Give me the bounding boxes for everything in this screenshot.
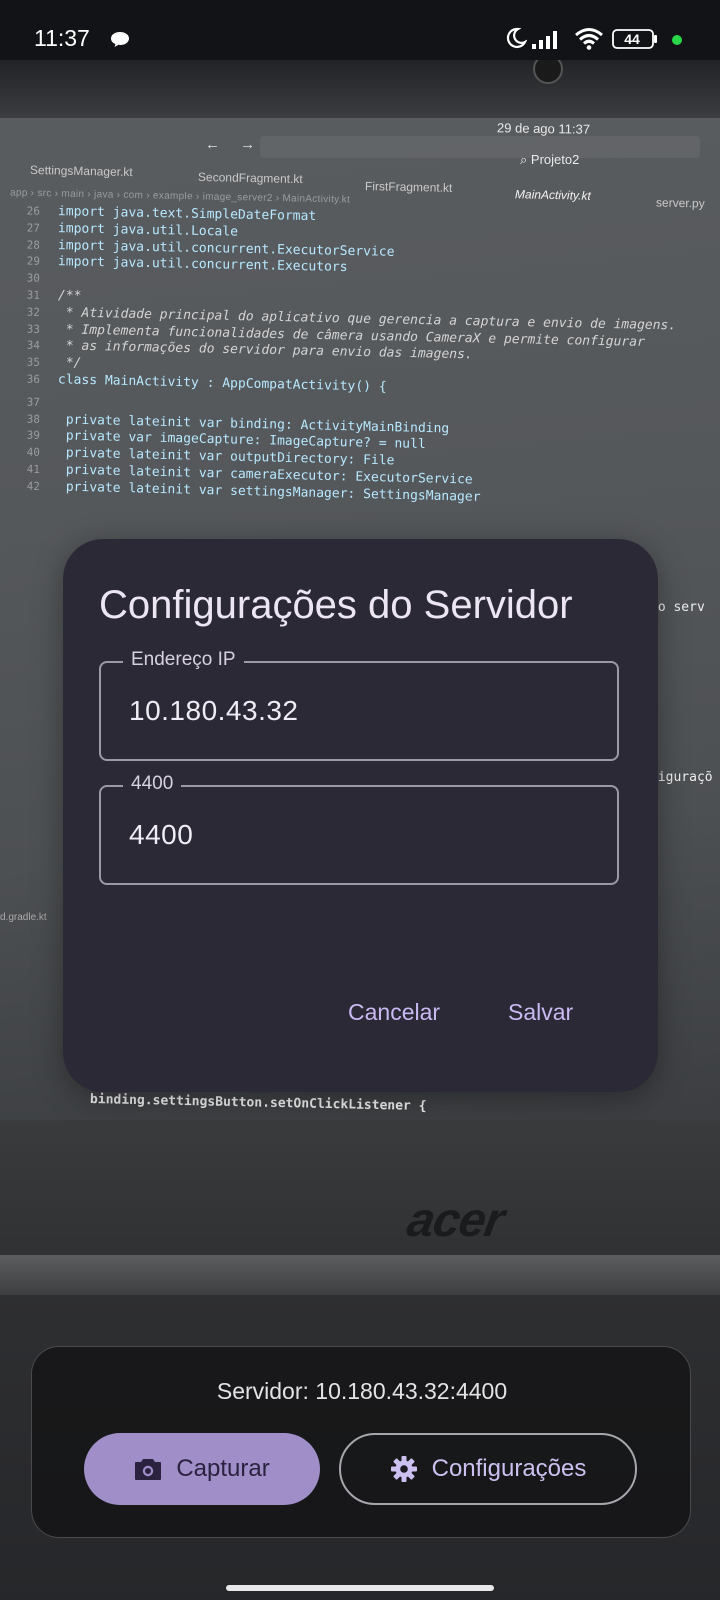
code-fragment: do serv bbox=[650, 600, 705, 615]
ip-address-label: Endereço IP bbox=[123, 649, 244, 671]
ip-address-value[interactable]: 10.180.43.32 bbox=[129, 695, 299, 727]
ide-side-file: d.gradle.kt bbox=[0, 912, 47, 923]
settings-button[interactable]: Configurações bbox=[339, 1433, 637, 1505]
capture-label: Capturar bbox=[176, 1455, 270, 1482]
ide-clock: 29 de ago 11:37 bbox=[496, 120, 591, 137]
gear-icon bbox=[390, 1456, 417, 1482]
cancel-button[interactable]: Cancelar bbox=[348, 999, 440, 1026]
code-line: 31/** bbox=[26, 288, 82, 304]
port-field[interactable]: 4400 4400 bbox=[99, 773, 619, 885]
settings-label: Configurações bbox=[431, 1455, 587, 1482]
ide-nav-arrows: ← → bbox=[205, 136, 264, 153]
server-address-text: Servidor: 10.180.43.32:4400 bbox=[216, 1378, 508, 1404]
ide-search-bar bbox=[260, 136, 700, 158]
status-bar: 11:37 44 bbox=[0, 0, 720, 60]
chat-bubble-icon bbox=[111, 32, 129, 47]
wifi-icon bbox=[575, 28, 603, 50]
ide-tab: server.py bbox=[655, 195, 705, 211]
save-button[interactable]: Salvar bbox=[508, 999, 573, 1026]
ide-tab: FirstFragment.kt bbox=[364, 179, 453, 195]
control-panel: Servidor: 10.180.43.32:4400 Capturar Con… bbox=[31, 1346, 691, 1538]
code-line: 30 bbox=[26, 271, 41, 286]
laptop-bezel bbox=[0, 60, 720, 118]
status-time: 11:37 bbox=[34, 25, 90, 51]
laptop-brand-logo: acer bbox=[403, 1194, 508, 1247]
ide-tab-active: MainActivity.kt bbox=[514, 187, 591, 203]
port-label: 4400 bbox=[123, 773, 182, 795]
ip-address-field[interactable]: Endereço IP 10.180.43.32 bbox=[99, 649, 619, 761]
ide-tab: SettingsManager.kt bbox=[29, 162, 133, 180]
code-line: 37 bbox=[26, 395, 41, 409]
code-line: 35 */ bbox=[26, 355, 82, 372]
code-fragment: figuraçõ bbox=[650, 770, 713, 785]
camera-icon bbox=[135, 1459, 162, 1480]
dialog-title: Configurações do Servidor bbox=[99, 583, 573, 627]
laptop-hinge bbox=[0, 1255, 720, 1295]
port-value[interactable]: 4400 bbox=[129, 819, 193, 851]
server-settings-dialog: Configurações do Servidor Endereço IP 10… bbox=[63, 539, 658, 1092]
moon-icon bbox=[506, 27, 527, 49]
camera-in-use-dot-icon bbox=[672, 35, 682, 45]
ide-tab: SecondFragment.kt bbox=[197, 169, 303, 187]
gesture-nav-bar[interactable] bbox=[226, 1585, 494, 1591]
battery-percent: 44 bbox=[624, 31, 640, 47]
signal-icon bbox=[532, 31, 557, 49]
capture-button[interactable]: Capturar bbox=[84, 1433, 320, 1505]
ide-project-name: ⌕ Projeto2 bbox=[520, 152, 580, 167]
